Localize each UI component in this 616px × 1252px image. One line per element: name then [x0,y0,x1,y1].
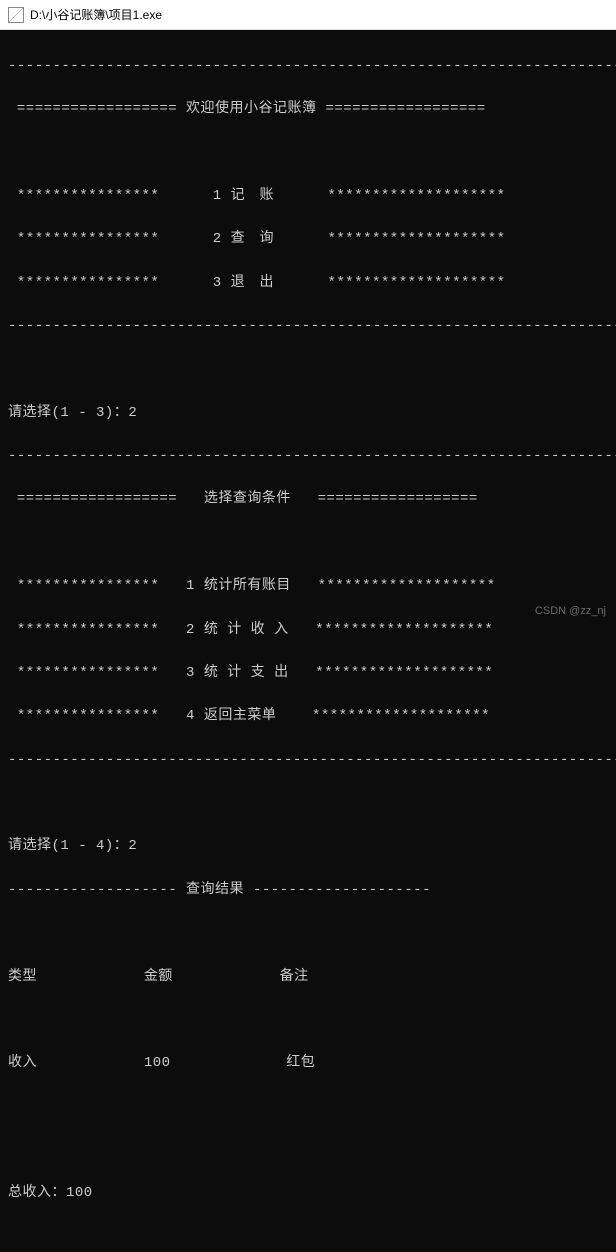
window-titlebar: D:\小谷记账簿\项目1.exe [0,0,616,30]
separator-dash: ----------------------------------------… [8,316,608,338]
menu1-title: 欢迎使用小谷记账簿 [186,101,317,117]
menu1-item-3: **************** 3 退 出 *****************… [8,273,608,295]
result-title-row: ------------------- 查询结果 ---------------… [8,880,608,902]
menu2-item-3: **************** 3 统 计 支 出 *************… [8,663,608,685]
menu2-item-4: **************** 4 返回主菜单 ***************… [8,706,608,728]
blank [8,1097,608,1119]
menu2-item-1: **************** 1 统计所有账目 **************… [8,576,608,598]
prompt-1: 请选择(1 - 3)：2 [8,403,608,425]
blank [8,359,608,381]
blank [8,793,608,815]
blank [8,1010,608,1032]
separator-dash: ----------------------------------------… [8,446,608,468]
total-line: 总收入：100 [8,1183,608,1205]
total-value: 100 [66,1185,93,1201]
prompt-2-value: 2 [128,838,137,854]
menu1-item-2: **************** 2 查 询 *****************… [8,229,608,251]
result-title: 查询结果 [186,882,244,898]
window-title: D:\小谷记账簿\项目1.exe [30,6,162,23]
app-icon [8,7,24,23]
menu2-item-2: **************** 2 统 计 收 入 *************… [8,620,608,642]
blank [8,1140,608,1162]
result-row-1: 收入 100 红包 [8,1053,608,1075]
menu1-title-row: ================== 欢迎使用小谷记账簿 ===========… [8,99,608,121]
menu2-title: 选择查询条件 [204,491,291,507]
menu2-title-row: ================== 选择查询条件 ==============… [8,489,608,511]
blank [8,1227,608,1249]
prompt-2: 请选择(1 - 4)：2 [8,836,608,858]
separator-dash: ----------------------------------------… [8,56,608,78]
blank [8,533,608,555]
watermark: CSDN @zz_nj [535,603,606,620]
console-area[interactable]: ----------------------------------------… [0,30,616,626]
prompt-1-value: 2 [128,405,137,421]
blank [8,142,608,164]
separator-dash: ----------------------------------------… [8,750,608,772]
blank [8,923,608,945]
menu1-item-1: **************** 1 记 账 *****************… [8,186,608,208]
result-headers: 类型 金额 备注 [8,967,608,989]
